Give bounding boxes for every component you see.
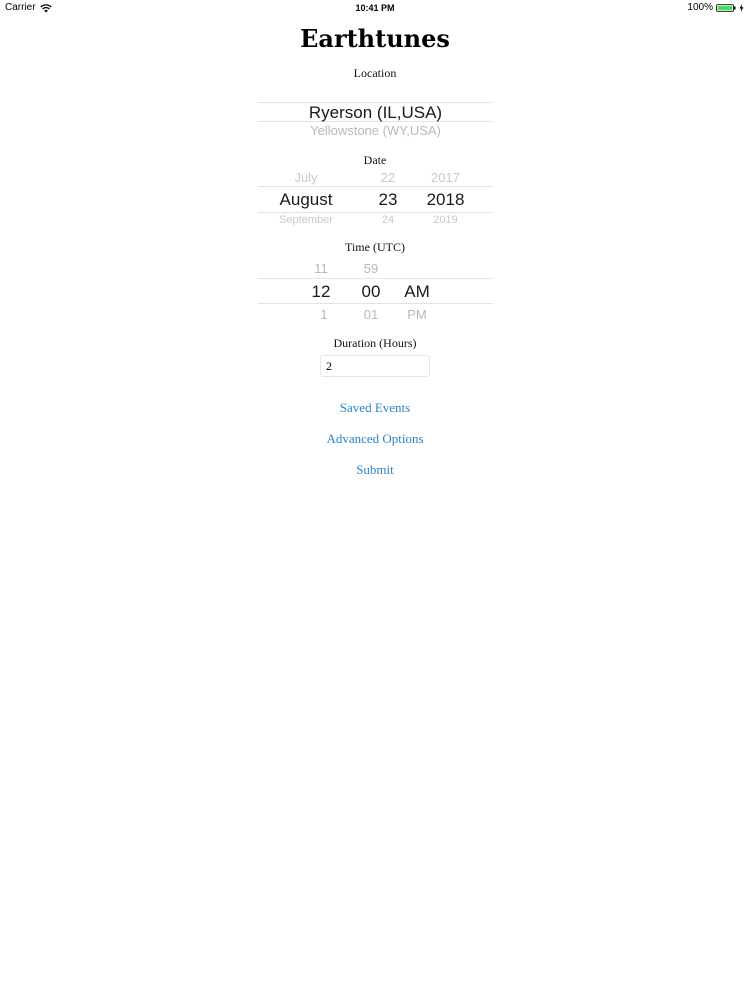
location-option-selected[interactable]: Ryerson (IL,USA) [258, 103, 493, 123]
advanced-options-button[interactable]: Advanced Options [0, 431, 750, 447]
status-bar: Carrier 10:41 PM 100% [0, 0, 750, 16]
month-option-selected[interactable]: August [263, 190, 349, 210]
year-option-selected[interactable]: 2018 [423, 190, 468, 210]
month-option-next[interactable]: September [266, 214, 346, 226]
location-picker[interactable]: Ryerson (IL,USA) Yellowstone (WY,USA) [258, 98, 493, 140]
saved-events-button[interactable]: Saved Events [0, 400, 750, 416]
location-label: Location [353, 66, 397, 80]
time-picker[interactable]: 11 12 1 59 00 01 AM PM [258, 258, 493, 324]
app-screen: Carrier 10:41 PM 100% Earthtunes Locatio… [0, 0, 750, 1000]
battery-percent: 100% [687, 2, 713, 13]
month-option-prev[interactable]: July [266, 170, 346, 185]
status-right: 100% [687, 0, 744, 16]
status-time: 10:41 PM [355, 3, 395, 13]
app-title: Earthtunes [300, 24, 450, 53]
location-option-next[interactable]: Yellowstone (WY,USA) [258, 123, 493, 138]
duration-input[interactable] [320, 355, 430, 377]
year-option-next[interactable]: 2019 [423, 214, 468, 226]
ampm-option-selected[interactable]: AM [398, 282, 436, 302]
minute-option-next[interactable]: 01 [356, 307, 386, 322]
day-option-selected[interactable]: 23 [373, 190, 403, 210]
year-option-prev[interactable]: 2017 [423, 170, 468, 185]
time-label: Time (UTC) [345, 240, 405, 254]
hour-option-next[interactable]: 1 [309, 307, 339, 322]
ampm-option-next[interactable]: PM [398, 307, 436, 322]
hour-option-prev[interactable]: 11 [306, 261, 336, 276]
battery-icon [716, 4, 736, 12]
day-option-next[interactable]: 24 [373, 214, 403, 226]
day-option-prev[interactable]: 22 [373, 170, 403, 185]
submit-button[interactable]: Submit [0, 462, 750, 478]
duration-label: Duration (Hours) [333, 336, 417, 350]
date-picker[interactable]: July August September 22 23 24 2017 2018… [258, 168, 493, 226]
charging-bolt-icon [739, 4, 744, 12]
hour-option-selected[interactable]: 12 [306, 282, 336, 302]
minute-option-prev[interactable]: 59 [356, 261, 386, 276]
date-label: Date [363, 153, 387, 167]
minute-option-selected[interactable]: 00 [356, 282, 386, 302]
